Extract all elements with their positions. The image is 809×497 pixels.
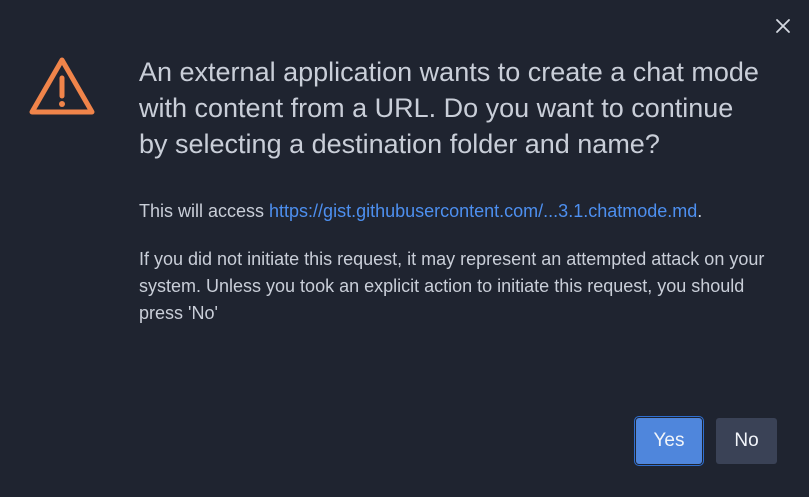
close-icon [776, 19, 790, 33]
dialog: An external application wants to create … [0, 0, 809, 497]
dialog-content: An external application wants to create … [139, 54, 779, 327]
no-button[interactable]: No [716, 418, 777, 464]
warning-message: If you did not initiate this request, it… [139, 249, 765, 323]
close-button[interactable] [771, 14, 795, 38]
warning-icon [29, 57, 95, 115]
access-prefix: This will access [139, 201, 270, 221]
yes-button[interactable]: Yes [634, 416, 704, 466]
dialog-headline: An external application wants to create … [139, 57, 759, 159]
access-suffix: . [697, 201, 703, 221]
access-link[interactable]: https://gist.githubusercontent.com/...3.… [269, 201, 697, 221]
access-line: This will access https://gist.githubuser… [139, 198, 779, 224]
